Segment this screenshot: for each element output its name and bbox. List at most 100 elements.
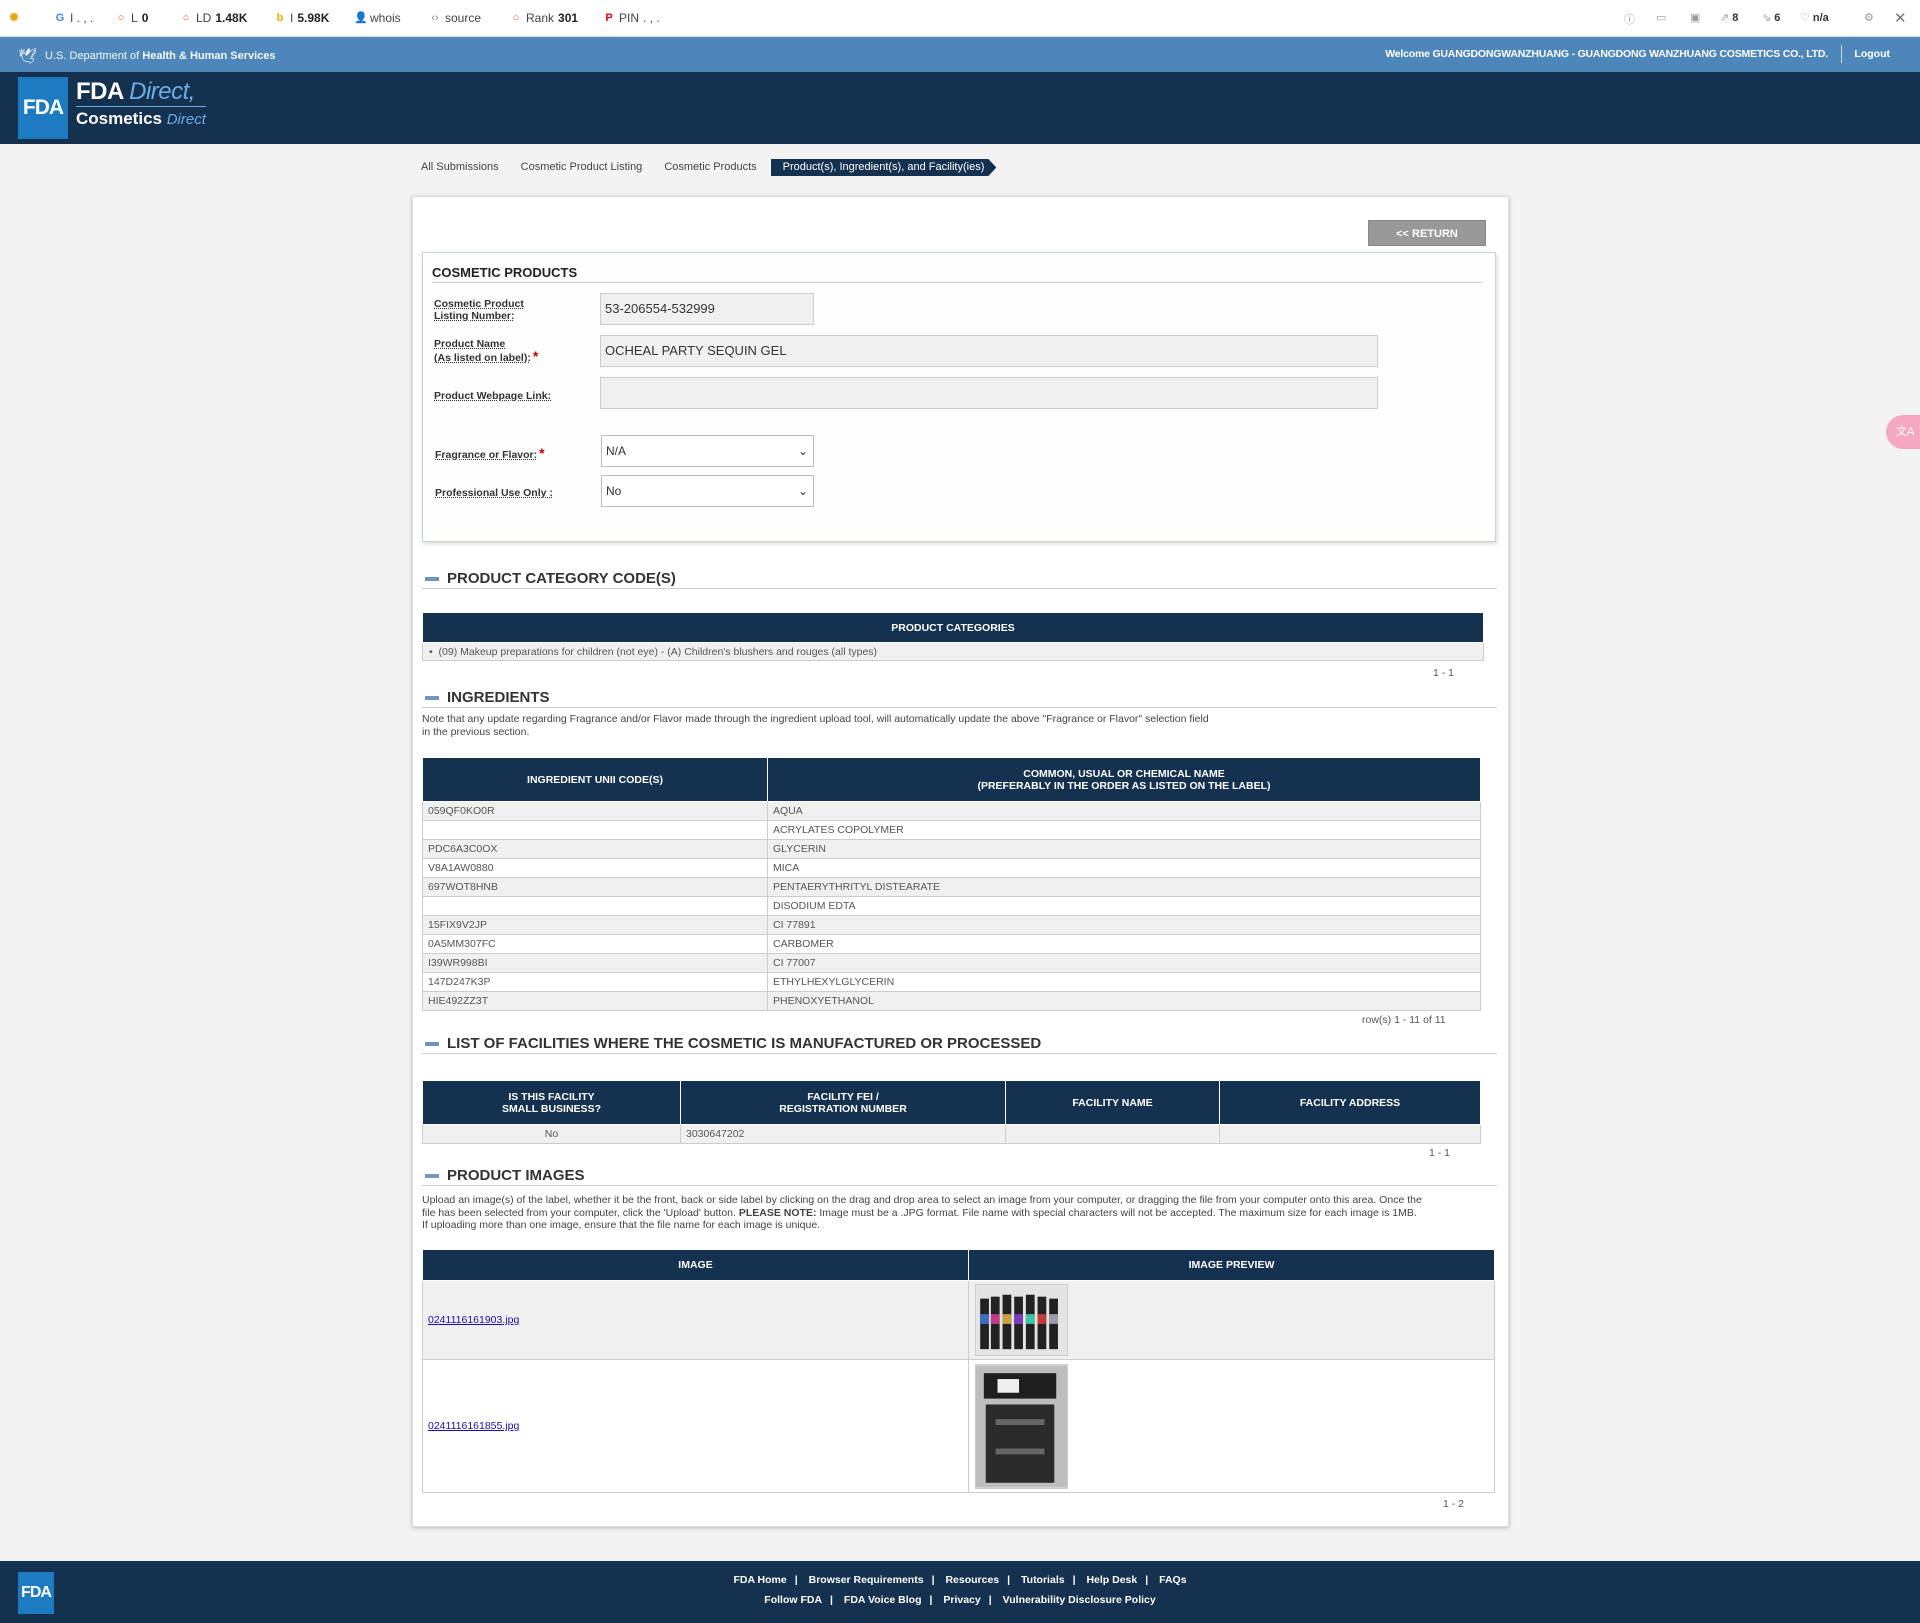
footer-link-tutorials[interactable]: Tutorials (1021, 1574, 1065, 1586)
images-pager: 1 - 2 (1443, 1498, 1465, 1510)
ext-pinterest[interactable]: P PIN. , . (603, 11, 659, 25)
table-row: PDC6A3C0OX GLYCERIN (422, 839, 1481, 859)
footer-link-fda-home[interactable]: FDA Home (733, 1574, 786, 1586)
col-image: IMAGE (422, 1249, 969, 1281)
fda-logo[interactable]: FDA (18, 77, 68, 139)
col-fei: FACILITY FEI / REGISTRATION NUMBER (680, 1080, 1006, 1125)
table-row: 0241116161855.jpg (422, 1359, 1495, 1493)
professional-use-select[interactable]: No ⌄ (601, 475, 814, 507)
info-icon[interactable]: ⓘ (1624, 11, 1635, 27)
google-icon: G (55, 12, 65, 24)
chemical-name-cell: ACRYLATES COPOLYMER (767, 820, 1481, 840)
logout-link[interactable]: Logout (1854, 48, 1890, 60)
ingredients-table: INGREDIENT UNII CODE(S) COMMON, USUAL OR… (422, 757, 1481, 1011)
external-link-icon: ⇗ (1720, 12, 1730, 24)
category-section-title[interactable]: PRODUCT CATEGORY CODE(S) (422, 570, 1497, 589)
ext-bing-index[interactable]: b I 5.98K (274, 11, 330, 25)
facilities-section-title[interactable]: LIST OF FACILITIES WHERE THE COSMETIC IS… (422, 1035, 1497, 1054)
hhs-branding[interactable]: 🕊 U.S. Department of Health & Human Serv… (18, 47, 276, 65)
collapse-icon (425, 1041, 439, 1046)
unii-code-cell: 697WOT8HNB (422, 877, 768, 897)
footer-link-follow-fda[interactable]: Follow FDA (764, 1594, 822, 1606)
ext-google-index[interactable]: GI . , . (54, 11, 94, 25)
footer-link-help-desk[interactable]: Help Desk (1086, 1574, 1137, 1586)
image-file-link[interactable]: 0241116161855.jpg (428, 1420, 519, 1432)
monitor-icon[interactable]: ▭ (1656, 11, 1666, 24)
product-name-field[interactable]: OCHEAL PARTY SEQUIN GEL (600, 335, 1378, 367)
product-image-preview[interactable] (975, 1284, 1068, 1356)
ingredients-section-title[interactable]: INGREDIENTS (422, 689, 1497, 708)
footer-link-vulnerability-disclosure[interactable]: Vulnerability Disclosure Policy (1003, 1594, 1156, 1606)
chemical-name-cell: CI 77007 (767, 953, 1481, 973)
category-item: • (09) Makeup preparations for children … (422, 642, 1484, 661)
cosmetics-direct-brand[interactable]: FDA Direct, Cosmetics Direct (76, 78, 206, 129)
settings-icon[interactable]: ⚙ (1864, 11, 1874, 24)
footer-link-faqs[interactable]: FAQs (1159, 1574, 1186, 1586)
ext-links[interactable]: ○ L 0 (115, 11, 149, 25)
listing-number-label: Cosmetic Product Listing Number: (434, 298, 524, 322)
chemical-name-cell: ETHYLHEXYLGLYCERIN (767, 972, 1481, 992)
unii-code-cell: 15FIX9V2JP (422, 915, 768, 935)
heart-icon: ♡ (1800, 12, 1810, 24)
footer-link-fda-voice-blog[interactable]: FDA Voice Blog (844, 1594, 922, 1606)
webpage-link-field[interactable] (600, 377, 1378, 409)
table-row: 0A5MM307FC CARBOMER (422, 934, 1481, 954)
hhs-name: Health & Human Services (142, 50, 276, 62)
breadcrumb-cosmetic-product-listing[interactable]: Cosmetic Product Listing (513, 159, 657, 176)
ext-whois[interactable]: 👤 whois (354, 11, 401, 25)
facilities-table: IS THIS FACILITY SMALL BUSINESS? FACILITY… (422, 1080, 1481, 1144)
table-row: 15FIX9V2JP CI 77891 (422, 915, 1481, 935)
welcome-text: Welcome GUANGDONGWANZHUANG - GUANGDONG W… (1385, 48, 1828, 60)
chemical-name-cell: MICA (767, 858, 1481, 878)
product-image-preview[interactable] (975, 1363, 1068, 1489)
chemical-name-cell: AQUA (767, 801, 1481, 821)
person-icon: 👤 (354, 12, 368, 24)
main-panel: << RETURN COSMETIC PRODUCTS Cosmetic Pro… (412, 196, 1509, 1527)
collapse-icon (425, 576, 439, 581)
webpage-link-label: Product Webpage Link: (434, 390, 552, 402)
breadcrumb-current: Product(s), Ingredient(s), and Facility(… (771, 159, 997, 176)
hhs-eagle-icon: 🕊 (18, 48, 38, 65)
table-row: HIE492ZZ3T PHENOXYETHANOL (422, 991, 1481, 1011)
chemical-name-cell: PHENOXYETHANOL (767, 991, 1481, 1011)
required-mark: * (539, 445, 545, 461)
breadcrumb-all-submissions[interactable]: All Submissions (413, 159, 513, 176)
translate-tab[interactable]: 文A (1886, 415, 1920, 449)
col-facility-address: FACILITY ADDRESS (1219, 1080, 1481, 1125)
category-header: PRODUCT CATEGORIES (422, 612, 1484, 643)
brand-fda: FDA (76, 78, 123, 105)
chemical-name-cell: DISODIUM EDTA (767, 896, 1481, 916)
internal-links[interactable]: ⇘ 6 (1762, 11, 1780, 25)
category-table: PRODUCT CATEGORIES • (09) Makeup prepara… (422, 612, 1484, 661)
page-icon[interactable]: ▣ (1690, 11, 1700, 24)
internal-link-icon: ⇘ (1762, 12, 1772, 24)
return-button[interactable]: << RETURN (1368, 220, 1486, 246)
listing-number-field[interactable]: 53-206554-532999 (600, 293, 814, 325)
image-file-link[interactable]: 0241116161903.jpg (428, 1314, 519, 1326)
footer-link-resources[interactable]: Resources (945, 1574, 999, 1586)
seo-extension-icon[interactable]: ✹ (8, 10, 20, 24)
footer-link-browser-requirements[interactable]: Browser Requirements (809, 1574, 924, 1586)
chemical-name-cell: CARBOMER (767, 934, 1481, 954)
collapse-icon (425, 695, 439, 700)
ext-rank[interactable]: ○ Rank 301 (510, 11, 578, 25)
chevron-down-icon: ⌄ (797, 484, 808, 498)
professional-use-label: Professional Use Only : (435, 487, 553, 499)
images-table: IMAGE IMAGE PREVIEW 0241116161903.jpg 02… (422, 1249, 1495, 1493)
table-row: I39WR998BI CI 77007 (422, 953, 1481, 973)
external-links[interactable]: ⇗ 8 (1720, 11, 1738, 25)
breadcrumb-cosmetic-products[interactable]: Cosmetic Products (656, 159, 770, 176)
fda-header: FDA FDA Direct, Cosmetics Direct (0, 72, 1920, 144)
image-preview-cell (968, 1280, 1495, 1360)
status[interactable]: ♡ n/a (1800, 11, 1829, 25)
ext-source[interactable]: ‹› source (429, 11, 481, 25)
images-section-title[interactable]: PRODUCT IMAGES (422, 1167, 1497, 1186)
unii-code-cell: 0A5MM307FC (422, 934, 768, 954)
fragrance-select[interactable]: N/A ⌄ (601, 435, 814, 467)
table-row: 147D247K3P ETHYLHEXYLGLYCERIN (422, 972, 1481, 992)
ext-linking-domains[interactable]: ○ LD 1.48K (180, 11, 248, 25)
chemical-name-cell: CI 77891 (767, 915, 1481, 935)
collapse-icon (425, 1173, 439, 1178)
footer-link-privacy[interactable]: Privacy (943, 1594, 980, 1606)
close-icon[interactable]: ✕ (1894, 9, 1907, 27)
